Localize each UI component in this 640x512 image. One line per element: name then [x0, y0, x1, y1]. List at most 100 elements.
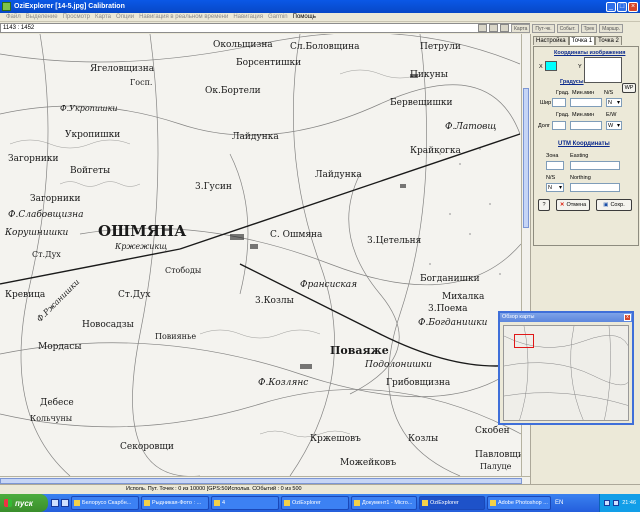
menu-view[interactable]: Просмотр	[63, 14, 90, 20]
point-color-swatch[interactable]	[545, 61, 557, 71]
map-label: Кржежикщ	[115, 242, 168, 251]
menu-navigation[interactable]: Навигация	[233, 14, 263, 20]
quick-launch-icon[interactable]	[51, 499, 59, 507]
menu-realtime-nav[interactable]: Навигация в реальном времени	[139, 14, 228, 20]
northing-input[interactable]	[570, 183, 620, 192]
tab-route[interactable]: Маршр.	[599, 23, 624, 33]
task-label: OziExplorer	[292, 500, 321, 506]
menu-select[interactable]: Выделение	[26, 14, 58, 20]
zone-label: Зона	[546, 153, 559, 159]
overview-map[interactable]	[503, 325, 629, 421]
help-button[interactable]: ?	[538, 199, 550, 211]
menu-help[interactable]: Помощь	[293, 14, 316, 20]
map-label: Лайдунка	[315, 170, 362, 180]
folder-icon	[214, 500, 220, 506]
northing-label: Northing	[570, 175, 591, 181]
tray-icon[interactable]	[604, 500, 611, 506]
map-label: Козлы	[408, 434, 439, 444]
taskbar-button[interactable]: Adobe Photoshop ...	[487, 496, 551, 510]
maximize-button[interactable]: □	[617, 1, 627, 12]
lon-deg-input[interactable]	[552, 121, 566, 130]
tray-icon[interactable]	[613, 500, 620, 506]
map-label: Павловщи	[475, 450, 521, 460]
toolbar-icon-2[interactable]	[489, 24, 498, 32]
tab-map[interactable]: Карта	[511, 23, 531, 33]
map-overview-window[interactable]: Обзор карты x	[498, 311, 634, 425]
tab-point-2[interactable]: Точка 2	[595, 36, 622, 45]
map-horizontal-scrollbar[interactable]	[0, 476, 530, 484]
right-toolbar: Карта Пут-чк. Событ. Трек Маршр.	[478, 23, 640, 33]
map-label: Мордасы	[38, 342, 82, 352]
utm-title: UTM Координаты	[558, 141, 610, 147]
overview-viewport-rect[interactable]	[514, 334, 534, 348]
map-label: Бервещишки	[390, 98, 453, 108]
taskbar-button[interactable]: OziExplorer	[281, 496, 349, 510]
lat-deg-input[interactable]	[552, 98, 566, 107]
tab-point-1[interactable]: Точка 1	[568, 36, 596, 45]
lon-min-input[interactable]	[570, 121, 602, 130]
overview-title: Обзор карты	[502, 314, 535, 320]
map-label: Укропишки	[65, 130, 121, 140]
lat-ns-select[interactable]: N	[606, 98, 622, 107]
utm-ns-select[interactable]: N	[546, 183, 564, 192]
easting-input[interactable]	[570, 161, 620, 170]
task-label: OziExplorer	[430, 500, 459, 506]
task-label: Документ1 - Micro...	[362, 500, 413, 506]
map-canvas[interactable]: Окольщизна Сл.Боловщина Петрули Ягеловщи…	[0, 34, 521, 476]
title-bar: OziExplorer [14-5.jpg] Calibration _ □ ×	[0, 0, 640, 13]
cancel-button[interactable]: ✕ Отмена	[556, 199, 590, 211]
cancel-label: Отмена	[566, 202, 587, 208]
toolbar-icon-3[interactable]	[500, 24, 509, 32]
task-label: Рыдникая-Фото : ...	[152, 500, 202, 506]
start-button[interactable]: пуск	[0, 494, 48, 512]
cancel-icon: ✕	[559, 202, 565, 208]
map-label: Секоровщи	[120, 442, 174, 452]
menu-map[interactable]: Карта	[95, 14, 111, 20]
quick-launch-icon[interactable]	[61, 499, 69, 507]
menu-garmin[interactable]: Garmin	[268, 14, 288, 20]
map-label: Госп.	[130, 78, 153, 87]
map-label: Палуце	[480, 462, 512, 471]
map-label: Богданишки	[420, 274, 480, 284]
point-preview[interactable]	[584, 57, 622, 83]
deg-label: Град.	[556, 90, 570, 96]
zone-input[interactable]	[546, 161, 564, 170]
tab-track[interactable]: Трек	[580, 23, 598, 33]
taskbar-button[interactable]: Рыдникая-Фото : ...	[141, 496, 209, 510]
lat-min-input[interactable]	[570, 98, 602, 107]
overview-close-button[interactable]: x	[624, 314, 631, 321]
window-title: OziExplorer [14-5.jpg] Calibration	[14, 3, 125, 10]
map-label: Кольчуны	[30, 414, 73, 423]
clock: 21:46	[622, 500, 636, 506]
toolbar-icon-1[interactable]	[478, 24, 487, 32]
map-label: Петрули	[420, 42, 461, 52]
map-label: Дебесе	[40, 398, 74, 408]
overview-title-bar[interactable]: Обзор карты x	[500, 313, 632, 322]
tab-waypoints[interactable]: Пут-чк.	[532, 23, 555, 33]
menu-file[interactable]: Файл	[6, 14, 21, 20]
tab-events[interactable]: Событ.	[556, 23, 579, 33]
task-label: Белорусо Скарбн...	[82, 500, 132, 506]
map-label: Пикуны	[410, 70, 448, 80]
language-indicator[interactable]: EN	[555, 500, 563, 506]
tab-setup[interactable]: Настройка	[533, 36, 569, 45]
map-label: Михалка	[442, 292, 485, 302]
app-icon	[422, 500, 428, 506]
taskbar-button-active[interactable]: OziExplorer	[419, 496, 485, 510]
menu-options[interactable]: Опции	[116, 14, 134, 20]
map-label: Скобен	[475, 426, 510, 436]
waypoint-button[interactable]: WP	[622, 83, 636, 93]
map-label: Загорники	[30, 194, 81, 204]
lat-label: Шир	[540, 100, 552, 106]
save-button[interactable]: ▣ Сохр.	[596, 199, 632, 211]
save-icon: ▣	[603, 202, 609, 208]
lon-ew-select[interactable]: W	[606, 121, 622, 130]
taskbar-button[interactable]: Документ1 - Micro...	[351, 496, 417, 510]
taskbar-button[interactable]: Белорусо Скарбн...	[71, 496, 139, 510]
map-label: Новосадзы	[82, 320, 134, 330]
map-label: Крайкогка	[410, 146, 461, 156]
close-button[interactable]: ×	[628, 1, 638, 12]
scroll-thumb[interactable]	[523, 88, 529, 228]
taskbar-button[interactable]: 4	[211, 496, 279, 510]
minimize-button[interactable]: _	[606, 1, 616, 12]
